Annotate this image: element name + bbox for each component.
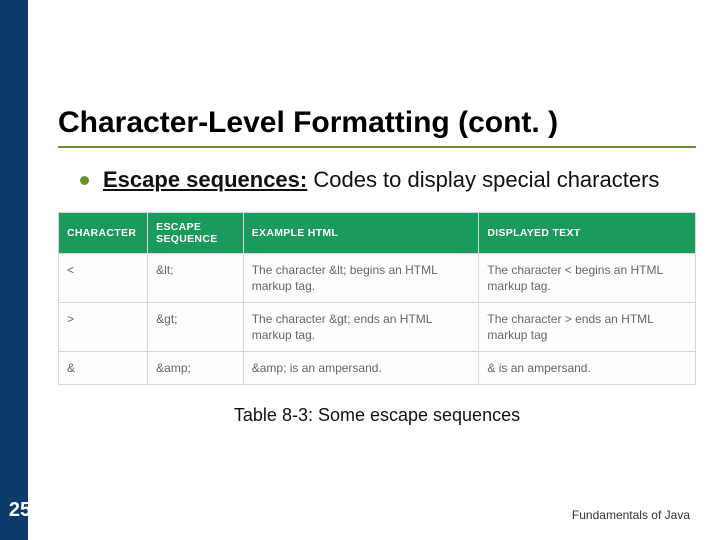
th-character: CHARACTER (59, 212, 148, 253)
bullet-text: Escape sequences: Codes to display speci… (103, 166, 659, 194)
title-rule (58, 146, 696, 148)
table-caption: Table 8-3: Some escape sequences (58, 405, 696, 426)
bullet-lead: Escape sequences: (103, 167, 307, 192)
footer-text: Fundamentals of Java (572, 508, 690, 522)
table-row: & &amp; &amp; is an ampersand. & is an a… (59, 352, 696, 385)
bullet-rest: Codes to display special characters (307, 167, 659, 192)
cell-seq: &amp; (148, 352, 244, 385)
cell-example: &amp; is an ampersand. (243, 352, 479, 385)
slide-title: Character-Level Formatting (cont. ) (58, 106, 696, 140)
content-area: Character-Level Formatting (cont. ) Esca… (58, 106, 696, 426)
cell-seq: &lt; (148, 253, 244, 302)
page-number: 25 (0, 499, 40, 522)
cell-display: The character > ends an HTML markup tag (479, 302, 696, 351)
cell-char: < (59, 253, 148, 302)
cell-display: & is an ampersand. (479, 352, 696, 385)
escape-table: CHARACTER ESCAPE SEQUENCE EXAMPLE HTML D… (58, 212, 696, 386)
table-row: > &gt; The character &gt; ends an HTML m… (59, 302, 696, 351)
th-displayed-text: DISPLAYED TEXT (479, 212, 696, 253)
th-example-html: EXAMPLE HTML (243, 212, 479, 253)
accent-bar (0, 0, 28, 540)
cell-char: & (59, 352, 148, 385)
cell-seq: &gt; (148, 302, 244, 351)
th-escape-sequence: ESCAPE SEQUENCE (148, 212, 244, 253)
cell-example: The character &lt; begins an HTML markup… (243, 253, 479, 302)
slide: Character-Level Formatting (cont. ) Esca… (0, 0, 720, 540)
table-header-row: CHARACTER ESCAPE SEQUENCE EXAMPLE HTML D… (59, 212, 696, 253)
table-row: < &lt; The character &lt; begins an HTML… (59, 253, 696, 302)
cell-example: The character &gt; ends an HTML markup t… (243, 302, 479, 351)
bullet-dot-icon (80, 176, 89, 185)
cell-display: The character < begins an HTML markup ta… (479, 253, 696, 302)
bullet-item: Escape sequences: Codes to display speci… (58, 166, 696, 194)
cell-char: > (59, 302, 148, 351)
